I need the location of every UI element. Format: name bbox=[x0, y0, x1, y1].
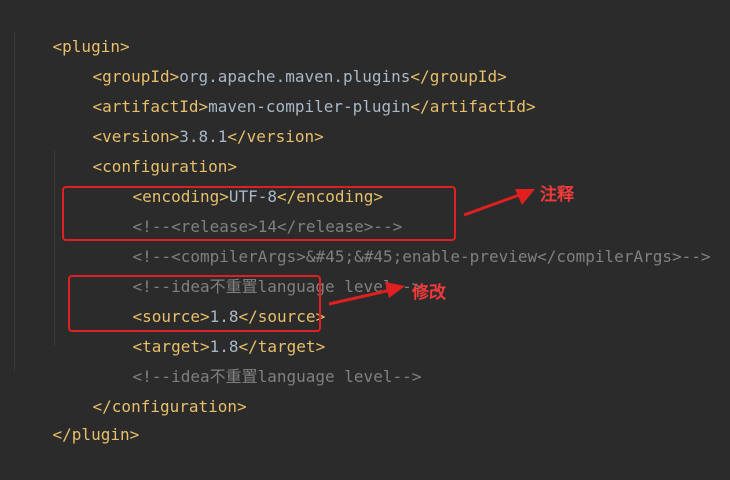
artifactid-close-tag: </artifactId> bbox=[410, 97, 536, 116]
code-line-groupid: <groupId>org.apache.maven.plugins</group… bbox=[54, 32, 507, 86]
plugin-close-tag: </plugin> bbox=[52, 425, 140, 444]
code-line-version: <version>3.8.1</version> bbox=[54, 92, 324, 146]
code-line-artifactid: <artifactId>maven-compiler-plugin</artif… bbox=[54, 62, 536, 116]
version-close-tag: </version> bbox=[227, 127, 324, 146]
code-line-idea-comment: <!--idea不重置language level--> bbox=[94, 242, 422, 296]
code-line-plugin-close: </plugin> bbox=[14, 390, 140, 444]
compilerargs-close-tag: </compilerArgs> bbox=[537, 247, 682, 266]
comment-annotation-label: 注释 bbox=[540, 185, 574, 205]
comment-end: --> bbox=[681, 247, 711, 266]
modify-annotation-label: 修改 bbox=[412, 283, 446, 303]
code-line-configuration-close: </configuration> bbox=[54, 362, 247, 416]
code-editor[interactable]: <plugin> <groupId>org.apache.maven.plugi… bbox=[0, 0, 730, 444]
arrow-icon bbox=[463, 189, 535, 217]
code-line-plugin-open: <plugin> bbox=[14, 2, 130, 56]
code-line-configuration-open: <configuration> bbox=[54, 122, 238, 176]
code-line-idea-comment-2: <!--idea不重置language level--> bbox=[94, 332, 422, 386]
arrow-icon bbox=[328, 282, 405, 306]
comment-highlight-box bbox=[62, 186, 456, 241]
modify-highlight-box bbox=[68, 275, 321, 332]
code-line-encoding: <encoding>UTF-8</encoding> bbox=[94, 152, 383, 206]
